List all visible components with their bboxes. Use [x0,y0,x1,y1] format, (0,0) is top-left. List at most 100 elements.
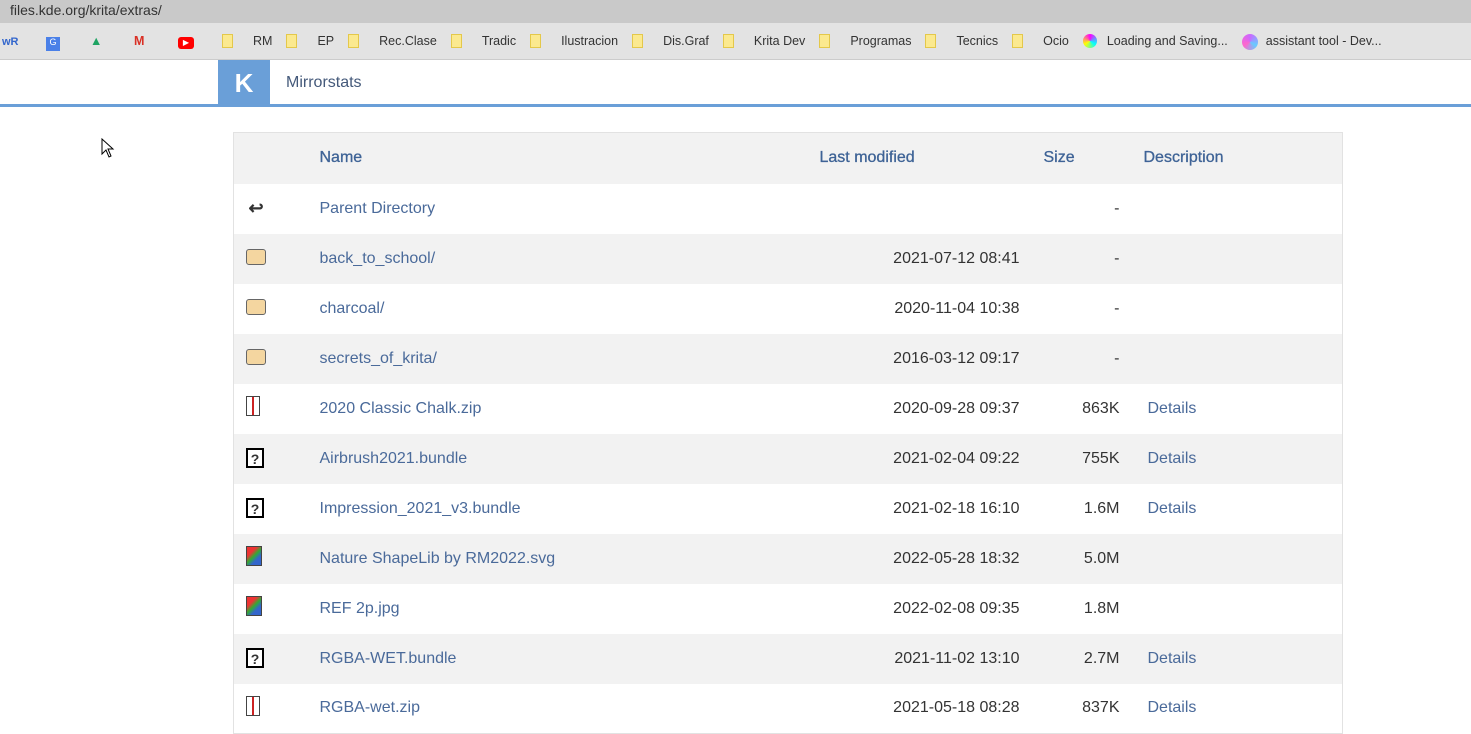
details-link[interactable]: Details [1148,650,1197,667]
mirrorstats-link[interactable]: Mirrorstats [286,74,362,92]
google-drive-icon: ▲ [90,34,103,48]
folder-file-icon[interactable] [246,249,266,265]
description-cell: Details [1119,433,1343,484]
last-modified-cell: 2021-02-18 16:10 [893,499,1020,517]
details-link[interactable]: Details [1148,450,1197,467]
file-link[interactable]: back_to_school/ [320,250,436,267]
icon-column-header [233,132,320,184]
folder-icon [348,34,360,48]
last-modified-cell: 2020-09-28 09:37 [893,399,1020,417]
bookmark-youtube[interactable]: ▶ [178,34,208,49]
size-cell: - [1114,199,1120,217]
last-modified-cell: 2020-11-04 10:38 [894,299,1020,317]
image-file-icon[interactable] [246,546,262,566]
bookmark-dis-graf[interactable]: Dis.Graf [632,34,709,48]
description-cell [1119,233,1343,284]
column-header-description[interactable]: Description [1119,132,1343,184]
unknown-file-icon[interactable]: ? [246,498,264,518]
bookmark-label: RM [253,34,273,48]
name-cell: Airbrush2021.bundle [319,433,820,484]
file-link[interactable]: Airbrush2021.bundle [320,450,468,467]
table-row: ? RGBA-WET.bundle 2021-11-02 13:10 2.7M … [233,633,1343,684]
bookmark-label: Rec.Clase [379,34,437,48]
google-translate-icon: G [46,34,60,51]
folder-icon [222,34,233,48]
bookmark-google-drive[interactable]: ▲ [90,34,120,48]
bookmark-loading-and-saving-[interactable]: Loading and Saving... [1082,34,1228,48]
bookmark-ep[interactable]: EP [286,34,334,48]
file-link[interactable]: 2020 Classic Chalk.zip [320,400,482,417]
bookmarks-bar: wR G ▲ M ▶ RM EP Rec.Clase Tradic Ilustracion Dis.… [0,23,1471,60]
name-cell: Nature ShapeLib by RM2022.svg [319,533,820,584]
bookmark-ocio[interactable]: Ocio [1012,34,1069,48]
table-row: 2020 Classic Chalk.zip 2020-09-28 09:37 … [234,384,1343,434]
name-cell: secrets_of_krita/ [319,333,820,384]
column-header-last-modified[interactable]: Last modified [819,132,1020,184]
bookmark-rec-clase[interactable]: Rec.Clase [348,34,437,48]
back-file-icon[interactable]: ↩ [246,199,266,219]
name-cell: Parent Directory [320,184,820,234]
bookmark-label: EP [317,34,335,48]
archive-file-icon[interactable] [246,396,260,416]
bookmark-label: Krita Dev [753,34,806,48]
details-link[interactable]: Details [1148,699,1197,716]
bookmark-krita-dev[interactable]: Krita Dev [722,34,806,48]
description-cell: Details [1119,633,1343,684]
bookmark-wr[interactable]: wR [2,34,32,48]
size-cell: - [1019,333,1120,384]
wr-icon: wR [2,36,19,48]
file-link[interactable]: Impression_2021_v3.bundle [320,500,521,517]
details-link[interactable]: Details [1148,500,1197,517]
bookmark-google-translate[interactable]: G [46,34,76,51]
name-cell: Impression_2021_v3.bundle [320,484,820,534]
column-header-size[interactable]: Size [1019,132,1120,184]
file-link[interactable]: RGBA-WET.bundle [320,650,457,667]
file-link[interactable]: charcoal/ [320,300,385,317]
row-icon-cell [233,233,320,284]
details-link[interactable]: Details [1148,400,1197,417]
bookmark-label: Dis.Graf [663,34,709,48]
size-cell: 5.0M [1019,533,1120,584]
name-cell: RGBA-wet.zip [320,684,820,734]
row-icon-cell [234,684,320,734]
unknown-file-icon[interactable]: ? [246,448,264,468]
row-icon-cell: ? [234,484,320,534]
table-row: ? Impression_2021_v3.bundle 2021-02-18 1… [234,484,1343,534]
file-link[interactable]: REF 2p.jpg [320,600,400,617]
file-link[interactable]: Parent Directory [320,200,436,217]
folder-icon [1012,34,1024,48]
last-modified-cell: 2021-05-18 08:28 [893,699,1020,717]
table-row: secrets_of_krita/ 2016-03-12 09:17 - [233,333,1343,384]
table-row: charcoal/ 2020-11-04 10:38 - [234,284,1343,334]
file-link[interactable]: Nature ShapeLib by RM2022.svg [320,550,556,567]
column-header-name[interactable]: Name [319,132,820,184]
site-header: K Mirrorstats [0,60,1471,108]
folder-file-icon[interactable] [246,299,266,315]
row-icon-cell: ? [233,633,320,684]
kde-logo-icon[interactable]: K [218,60,270,106]
size-cell: 2.7M [1019,633,1120,684]
youtube-icon: ▶ [178,34,194,49]
folder-icon [819,34,831,48]
file-listing-table: Name Last modified Size Description ↩ Pa… [233,132,1343,734]
folder-file-icon[interactable] [246,349,266,365]
file-link[interactable]: RGBA-wet.zip [320,699,420,716]
bookmark-tecnics[interactable]: Tecnics [925,34,998,48]
bookmark-ilustracion[interactable]: Ilustracion [530,34,618,48]
image-file-icon[interactable] [246,596,262,616]
address-bar[interactable]: files.kde.org/krita/extras/ [0,0,1471,23]
size-cell: - [1019,233,1120,284]
bookmark-label: Programas [850,34,912,48]
file-link[interactable]: secrets_of_krita/ [320,350,437,367]
description-cell [1120,584,1343,634]
unknown-file-icon[interactable]: ? [246,648,264,668]
bookmark-label: Tradic [481,34,517,48]
bookmark-assistant-tool-dev-[interactable]: assistant tool - Dev... [1241,34,1382,50]
bookmark-programas[interactable]: Programas [819,34,911,48]
bookmark-tradic[interactable]: Tradic [450,34,517,48]
bookmark-gmail[interactable]: M [134,34,164,48]
row-icon-cell [233,533,320,584]
size-cell: 1.8M [1083,599,1120,617]
bookmark-rm[interactable]: RM [222,34,272,48]
folder-icon [530,34,542,48]
